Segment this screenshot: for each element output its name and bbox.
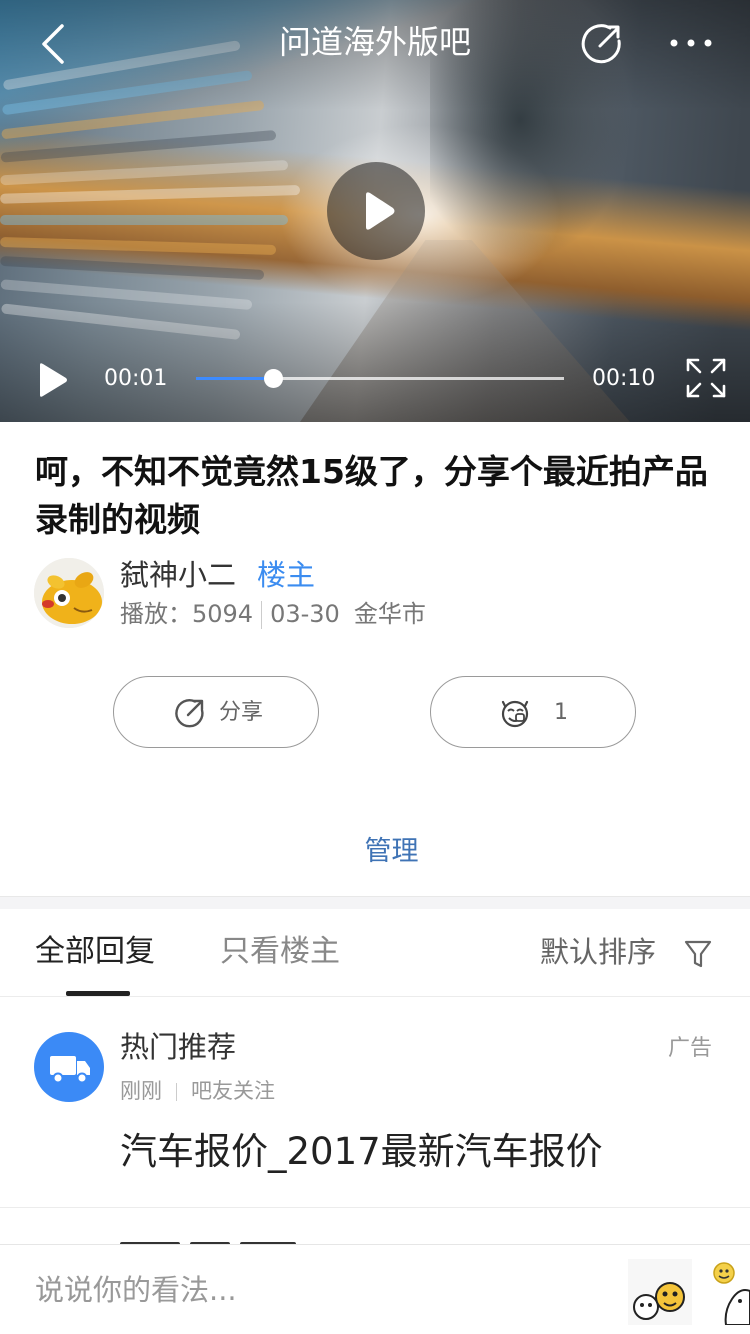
progress-thumb[interactable] — [264, 369, 284, 388]
plays-count: 5094 — [192, 600, 254, 628]
tab-all-replies[interactable]: 全部回复 — [35, 931, 155, 973]
center-play-button[interactable] — [327, 162, 425, 260]
sticker-button[interactable] — [628, 1259, 692, 1325]
fullscreen-button[interactable] — [684, 356, 728, 400]
share-label: 分享 — [219, 700, 264, 725]
play-icon — [40, 363, 67, 397]
truck-icon — [50, 1056, 90, 1084]
cartoon-avatar-image — [34, 558, 104, 628]
post-title: 呵，不知不觉竟然15级了，分享个最近拍产品录制的视频 — [35, 452, 708, 539]
comment-bar — [0, 1244, 750, 1334]
ad-subtitle: 吧友关注 — [191, 1079, 275, 1103]
progress-played — [196, 377, 274, 380]
video-motion-streak — [0, 215, 288, 225]
share-arrow-icon — [581, 24, 621, 64]
like-pill-button[interactable]: 1 — [430, 676, 636, 748]
play-button[interactable] — [36, 362, 70, 398]
active-tab-indicator — [66, 991, 130, 996]
play-icon — [366, 192, 395, 230]
progress-bar[interactable] — [196, 369, 564, 388]
post-date: 03-30 — [270, 600, 340, 628]
meta-divider — [176, 1083, 177, 1101]
forum-title: 问道海外版吧 — [278, 23, 471, 61]
video-player[interactable]: 问道海外版吧 00:01 00:10 — [0, 0, 750, 422]
author-avatar[interactable] — [34, 558, 104, 628]
share-pill-button[interactable]: 分享 — [113, 676, 319, 748]
video-motion-streak — [0, 160, 289, 186]
chevron-left-icon — [42, 24, 64, 64]
back-button[interactable] — [38, 22, 78, 66]
manage-link[interactable]: 管理 — [0, 832, 750, 872]
emoji-face-icon — [713, 1262, 750, 1325]
reply-tabs: 全部回复 只看楼主 默认排序 — [0, 909, 750, 997]
plays-label: 播放： — [120, 600, 192, 628]
current-time: 00:01 — [104, 366, 168, 391]
video-motion-streak — [0, 185, 301, 204]
video-controls: 00:01 00:10 — [0, 352, 750, 408]
sort-selector[interactable]: 默认排序 — [540, 931, 656, 973]
ad-tag: 广告 — [668, 1036, 713, 1061]
op-badge: 楼主 — [257, 558, 316, 592]
thumbs-up-face-icon — [501, 700, 529, 728]
ad-headline[interactable]: 汽车报价_2017最新汽车报价 — [120, 1128, 603, 1176]
emoji-button[interactable] — [706, 1259, 750, 1325]
fullscreen-icon — [686, 358, 726, 398]
sticker-emoji-icon — [628, 1259, 692, 1325]
ad-source-name: 热门推荐 — [120, 1030, 237, 1064]
more-dots-icon — [670, 39, 712, 47]
video-motion-streak — [0, 255, 265, 280]
video-motion-streak — [0, 236, 277, 255]
ad-avatar — [34, 1032, 104, 1102]
ad-time: 刚刚 — [120, 1079, 162, 1103]
top-bar: 问道海外版吧 — [0, 0, 750, 88]
ad-list-item[interactable]: 热门推荐 广告 刚刚 吧友关注 汽车报价_2017最新汽车报价 — [0, 998, 750, 1208]
share-button[interactable] — [580, 22, 624, 66]
post-location: 金华市 — [353, 600, 426, 628]
more-button[interactable] — [668, 32, 714, 54]
comment-input[interactable] — [20, 1263, 600, 1317]
ad-meta: 刚刚 吧友关注 — [120, 1077, 275, 1105]
tab-op-only[interactable]: 只看楼主 — [220, 931, 340, 973]
section-divider — [0, 896, 750, 909]
duration: 00:10 — [592, 366, 656, 391]
author-name[interactable]: 弑神小二 — [120, 556, 236, 594]
share-arrow-icon — [175, 699, 204, 728]
meta-divider — [261, 601, 263, 629]
video-motion-streak — [0, 130, 277, 163]
filter-funnel-icon[interactable] — [684, 939, 712, 969]
post-meta: 播放：5094 03-30 金华市 — [120, 598, 426, 630]
like-count: 1 — [554, 700, 568, 725]
